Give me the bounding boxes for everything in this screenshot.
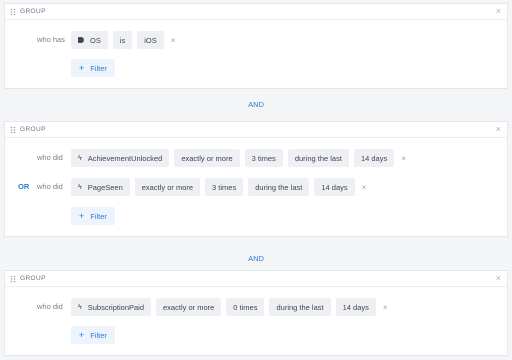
drag-handle-icon[interactable] xyxy=(10,275,16,283)
comparison-selector[interactable]: exactly or more xyxy=(156,298,222,316)
filter-row: ϟ PageSeen exactly or more 3 times durin… xyxy=(71,177,366,197)
group-header: GROUP xyxy=(5,122,507,138)
and-connector: AND xyxy=(248,254,264,263)
group-header: GROUP xyxy=(5,4,507,20)
filter-row: OS is iOS × xyxy=(71,30,175,50)
plus-icon: + xyxy=(79,211,85,221)
add-filter-label: Filter xyxy=(90,63,107,73)
remove-row-button[interactable]: × xyxy=(401,154,406,163)
remove-group-button[interactable]: × xyxy=(496,7,501,16)
comparison-selector[interactable]: exactly or more xyxy=(174,149,240,167)
group-card: GROUP × who did ϟ AchievementUnlocked ex… xyxy=(4,121,508,237)
add-filter-button[interactable]: + Filter xyxy=(71,207,115,225)
group-card: GROUP × who has OS is iOS × + Filter xyxy=(4,3,508,89)
event-name: PageSeen xyxy=(87,182,123,192)
property-selector[interactable]: OS xyxy=(71,31,108,49)
event-selector[interactable]: ϟ PageSeen xyxy=(71,178,130,196)
filter-row: ϟ SubscriptionPaid exactly or more 0 tim… xyxy=(71,297,388,317)
row-prefix: who did xyxy=(37,153,63,162)
drag-handle-icon[interactable] xyxy=(10,126,16,134)
period-input[interactable]: 14 days xyxy=(335,298,376,316)
event-selector[interactable]: ϟ AchievementUnlocked xyxy=(71,149,170,167)
add-filter-label: Filter xyxy=(90,330,107,340)
group-title: GROUP xyxy=(20,8,46,15)
remove-row-button[interactable]: × xyxy=(383,303,388,312)
period-input[interactable]: 14 days xyxy=(353,149,395,167)
or-connector: OR xyxy=(18,182,30,191)
add-filter-label: Filter xyxy=(90,211,107,221)
row-prefix: who has xyxy=(37,35,65,44)
lightning-icon: ϟ xyxy=(78,183,82,191)
group-title: GROUP xyxy=(20,126,46,133)
comparison-selector[interactable]: exactly or more xyxy=(134,178,201,196)
period-input[interactable]: 14 days xyxy=(314,178,355,196)
window-selector[interactable]: during the last xyxy=(287,149,349,167)
count-input[interactable]: 0 times xyxy=(226,298,265,316)
remove-row-button[interactable]: × xyxy=(171,36,176,45)
remove-group-button[interactable]: × xyxy=(496,125,501,134)
drag-handle-icon[interactable] xyxy=(10,8,16,16)
property-name: OS xyxy=(90,35,101,45)
event-selector[interactable]: ϟ SubscriptionPaid xyxy=(71,298,152,316)
tag-icon xyxy=(78,37,84,43)
lightning-icon: ϟ xyxy=(78,154,82,162)
event-name: AchievementUnlocked xyxy=(87,153,163,163)
add-filter-button[interactable]: + Filter xyxy=(71,326,115,344)
window-selector[interactable]: during the last xyxy=(248,178,310,196)
operator-selector[interactable]: is xyxy=(112,31,133,49)
plus-icon: + xyxy=(79,330,85,340)
window-selector[interactable]: during the last xyxy=(269,298,331,316)
filter-row: ϟ AchievementUnlocked exactly or more 3 … xyxy=(71,148,406,168)
and-connector: AND xyxy=(248,100,264,109)
count-input[interactable]: 3 times xyxy=(205,178,244,196)
row-prefix: who did xyxy=(37,182,63,191)
event-name: SubscriptionPaid xyxy=(87,302,145,312)
group-header: GROUP xyxy=(5,271,507,287)
remove-group-button[interactable]: × xyxy=(496,274,501,283)
remove-row-button[interactable]: × xyxy=(362,183,367,192)
group-card: GROUP × who did ϟ SubscriptionPaid exact… xyxy=(4,270,508,356)
group-title: GROUP xyxy=(20,275,46,282)
value-selector[interactable]: iOS xyxy=(137,31,164,49)
plus-icon: + xyxy=(79,63,85,73)
row-prefix: who did xyxy=(37,302,63,311)
count-input[interactable]: 3 times xyxy=(244,149,283,167)
lightning-icon: ϟ xyxy=(78,303,82,311)
add-filter-button[interactable]: + Filter xyxy=(71,59,115,77)
